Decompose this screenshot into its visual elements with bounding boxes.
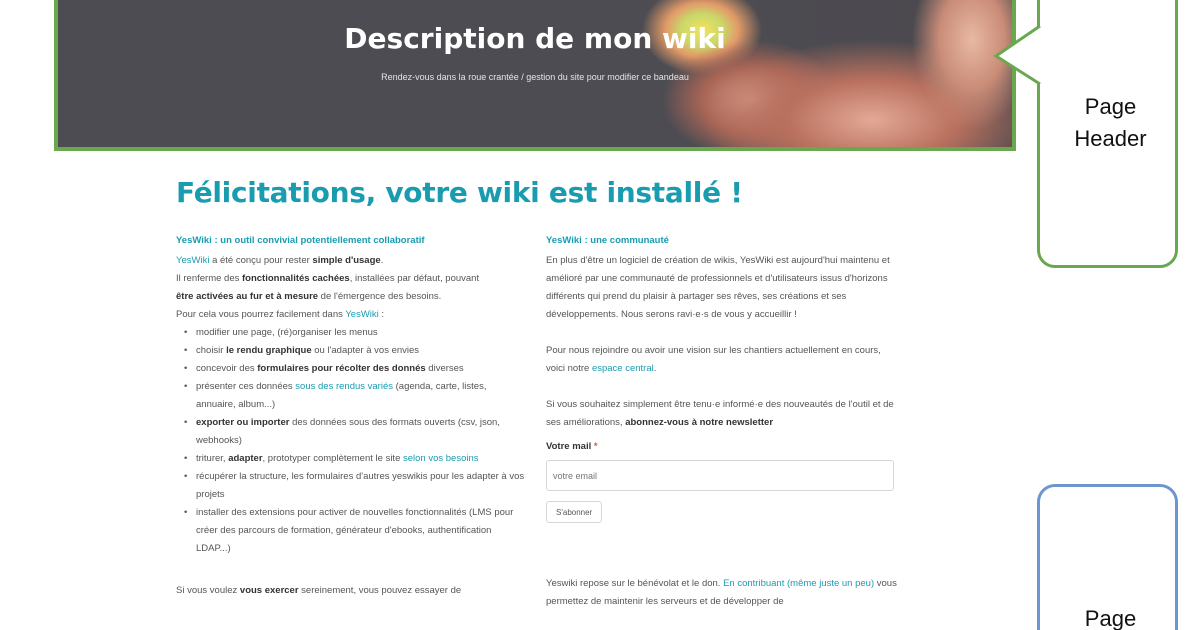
callout-pointer-icon	[993, 26, 1041, 86]
mail-label: Votre mail *	[546, 438, 898, 456]
list-item: installer des extensions pour activer de…	[184, 504, 528, 558]
callout-label-line1: Page	[1084, 94, 1137, 119]
page-body-callout: Page	[1037, 484, 1178, 630]
list-item: récupérer la structure, les formulaires …	[184, 468, 528, 504]
intro-line-1: YesWiki a été conçu pour rester simple d…	[176, 252, 528, 270]
item-text: triturer,	[196, 453, 229, 464]
item-text: choisir	[196, 345, 227, 356]
list-item: exporter ou importer des données sous de…	[184, 414, 528, 450]
features-list: modifier une page, (ré)organiser les men…	[184, 324, 528, 558]
list-item: triturer, adapter, prototyper complèteme…	[184, 450, 528, 468]
subscribe-button[interactable]: S'abonner	[546, 501, 603, 523]
item-bold: adapter	[228, 453, 263, 464]
mail-label-text: Votre mail	[546, 441, 592, 452]
intro-line-3: être activées au fur et à mesure de l'ém…	[176, 288, 528, 306]
page-header-callout: Page Header	[1037, 0, 1178, 268]
yeswiki-link[interactable]: YesWiki	[345, 309, 378, 320]
required-marker: *	[593, 441, 598, 452]
outro-bold: vous exercer	[239, 585, 299, 596]
donation-text: Yeswiki repose sur le bénévolat et le do…	[546, 578, 724, 589]
donation-paragraph: Yeswiki repose sur le bénévolat et le do…	[546, 575, 898, 611]
site-description-title: Description de mon wiki	[344, 22, 726, 55]
join-paragraph: Pour nous rejoindre ou avoir une vision …	[546, 342, 898, 378]
item-text: , prototyper complètement le site	[262, 453, 403, 464]
intro-text: Pour cela vous pourrez facilement dans	[176, 309, 346, 320]
intro-bold: simple d'usage	[312, 255, 381, 266]
item-text: concevoir des	[196, 363, 258, 374]
left-heading: YesWiki : un outil convivial potentielle…	[176, 235, 425, 246]
intro-text: a été conçu pour rester	[209, 255, 313, 266]
intro-bold: être activées au fur et à mesure	[176, 291, 319, 302]
newsletter-bold: abonnez-vous à notre newsletter	[625, 417, 774, 428]
email-field[interactable]	[546, 460, 894, 491]
page-header-banner: Description de mon wiki Rendez-vous dans…	[54, 0, 1016, 151]
page-title: Félicitations, votre wiki est installé !	[176, 176, 743, 209]
selon-vos-besoins-link[interactable]: selon vos besoins	[403, 453, 479, 464]
intro-text: , installées par défaut, pouvant	[349, 273, 480, 284]
intro-line-4: Pour cela vous pourrez facilement dans Y…	[176, 306, 528, 324]
list-item: modifier une page, (ré)organiser les men…	[184, 324, 528, 342]
item-bold: le rendu graphique	[226, 345, 312, 356]
item-bold: exporter ou importer	[196, 417, 290, 428]
intro-text: Il renferme des	[176, 273, 242, 284]
join-text: .	[653, 363, 657, 374]
list-item: concevoir des formulaires pour récolter …	[184, 360, 528, 378]
outro-text: Si vous voulez	[176, 585, 240, 596]
contribute-link[interactable]: En contribuant (même juste un peu)	[723, 578, 874, 589]
right-heading: YesWiki : une communauté	[546, 235, 669, 246]
outro-line: Si vous voulez vous exercer sereinement,…	[176, 582, 528, 600]
item-bold: formulaires pour récolter des donnés	[257, 363, 426, 374]
callout-label-page: Page	[1084, 606, 1137, 630]
banner-hint-text: Rendez-vous dans la roue crantée / gesti…	[381, 72, 689, 82]
callout-label-line2: Header	[1074, 126, 1147, 151]
rendus-varies-link[interactable]: sous des rendus variés	[295, 381, 393, 392]
item-text: présenter ces données	[196, 381, 296, 392]
outro-text: sereinement, vous pouvez essayer de	[298, 585, 462, 596]
intro-text: .	[380, 255, 384, 266]
left-column: YesWiki : un outil convivial potentielle…	[176, 232, 528, 600]
list-item: présenter ces données sous des rendus va…	[184, 378, 528, 414]
community-paragraph: En plus d'être un logiciel de création d…	[546, 255, 890, 320]
right-column: YesWiki : une communauté En plus d'être …	[546, 232, 898, 611]
item-text: ou l'adapter à vos envies	[311, 345, 420, 356]
list-item: choisir le rendu graphique ou l'adapter …	[184, 342, 528, 360]
intro-bold: fonctionnalités cachées	[242, 273, 350, 284]
espace-central-link[interactable]: espace central	[592, 363, 654, 374]
intro-line-2: Il renferme des fonctionnalités cachées,…	[176, 270, 528, 288]
intro-text: de l'émergence des besoins.	[318, 291, 442, 302]
intro-text: :	[378, 309, 385, 320]
newsletter-paragraph: Si vous souhaitez simplement être tenu·e…	[546, 396, 898, 432]
item-text: diverses	[425, 363, 464, 374]
yeswiki-link[interactable]: YesWiki	[176, 255, 209, 266]
